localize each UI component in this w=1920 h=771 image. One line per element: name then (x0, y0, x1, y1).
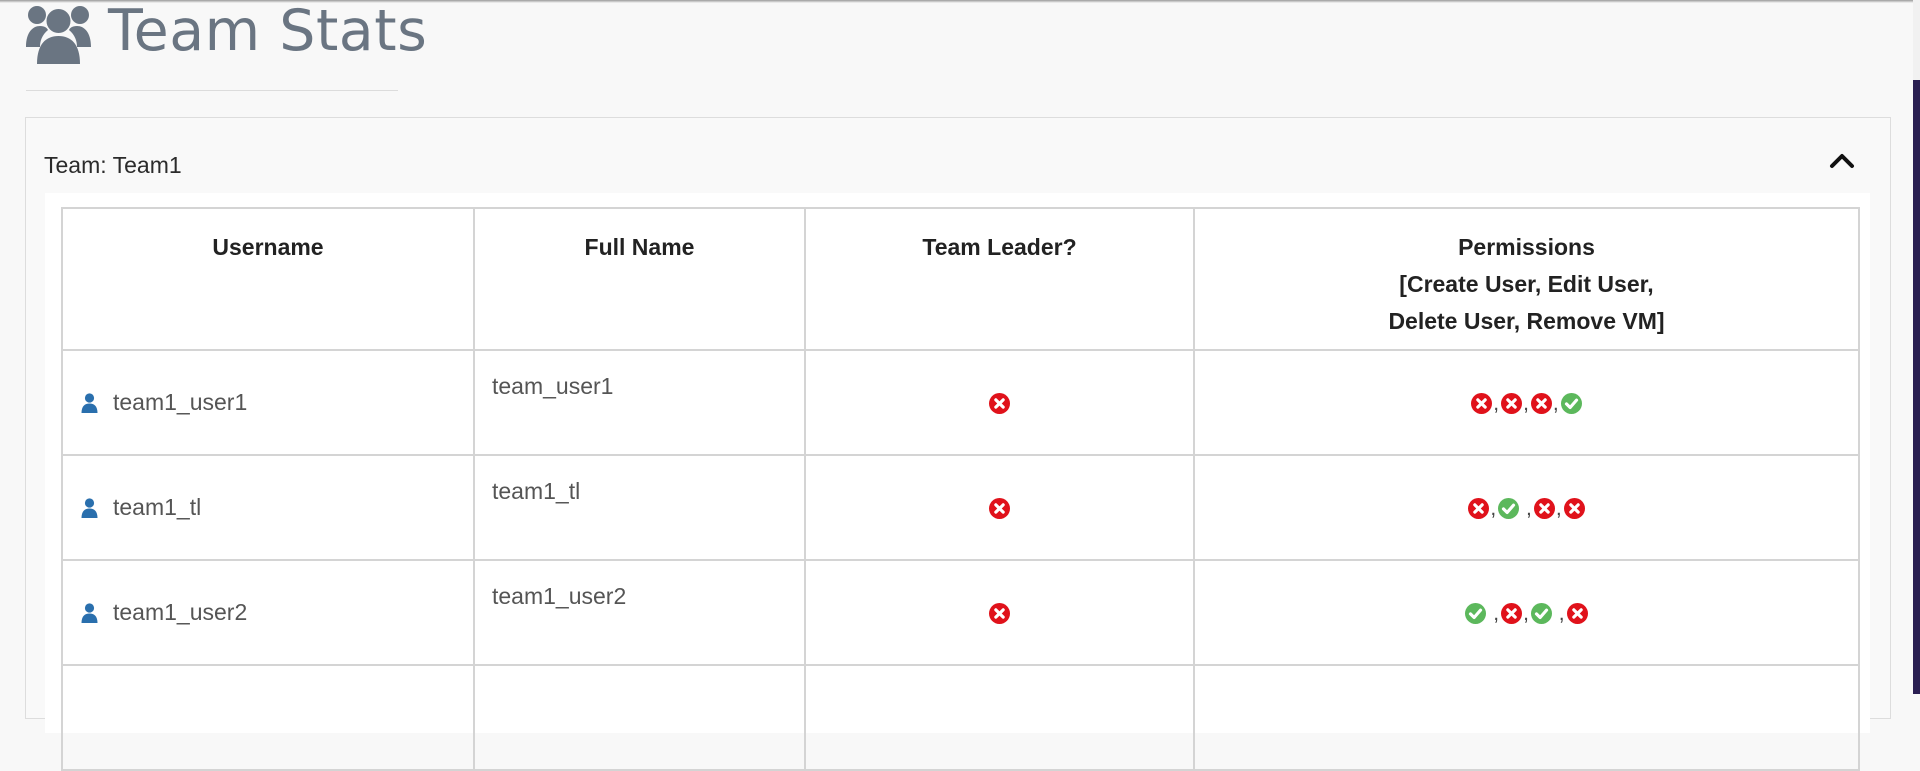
username-cell: team1_tl (61, 454, 475, 561)
permission-separator: , (1493, 391, 1500, 415)
team-panel-body: Username Full Name Team Leader? Permissi… (45, 193, 1870, 771)
check-circle-icon (1498, 498, 1520, 520)
username-text[interactable]: team1_user2 (113, 599, 247, 626)
permissions-header-line2: [Create User, Edit User, (1399, 271, 1654, 297)
column-header-permissions: Permissions [Create User, Edit User, Del… (1193, 207, 1860, 351)
title-divider (26, 90, 398, 91)
username-text[interactable]: team1_user1 (113, 389, 247, 416)
username-wrap: team1_user1 (81, 389, 473, 416)
team-leader-cell (804, 349, 1195, 456)
username-cell: team1_user2 (61, 559, 475, 666)
x-circle-icon (1501, 393, 1523, 415)
user-icon (81, 392, 98, 413)
permission-separator: , (1523, 391, 1529, 415)
check-circle-icon (1560, 393, 1582, 415)
table-row (61, 664, 1860, 771)
full-name-cell: team_user1 (473, 349, 806, 456)
user-icon (81, 497, 98, 518)
x-circle-icon (1501, 603, 1523, 625)
users-icon (26, 6, 91, 64)
permission-separator: , (1523, 601, 1529, 625)
permissions-cell: ,,, (1193, 349, 1860, 456)
team-leader-cell (804, 559, 1195, 666)
full-name-cell: team1_tl (473, 454, 806, 561)
permission-separator: , (1520, 496, 1532, 520)
permissions-header-title: Permissions (1458, 234, 1595, 260)
permissions-cell: ,, , (1193, 559, 1860, 666)
team-leader-cell (804, 454, 1195, 561)
x-circle-icon (1533, 498, 1555, 520)
x-circle-icon (989, 498, 1010, 520)
page-title: Team Stats (108, 0, 428, 64)
column-header-username: Username (61, 207, 475, 351)
x-circle-icon (1566, 603, 1588, 625)
x-circle-icon (1471, 393, 1493, 415)
table-header-row: Username Full Name Team Leader? Permissi… (61, 207, 1860, 351)
team-panel-heading[interactable]: Team: Team1 (44, 152, 182, 179)
team-leader-cell (804, 664, 1195, 771)
page-header: Team Stats (25, 0, 427, 74)
column-header-team-leader: Team Leader? (804, 207, 1195, 351)
check-circle-icon (1465, 603, 1487, 625)
permissions-cell: , ,, (1193, 454, 1860, 561)
check-circle-icon (1530, 603, 1552, 625)
x-circle-icon (989, 393, 1010, 415)
team-panel: Team: Team1 Username Full Name Team Lead… (25, 117, 1891, 771)
permission-separator: , (1552, 391, 1559, 415)
table-row: team1_tl team1_tl, ,, (61, 454, 1860, 561)
x-circle-icon (989, 603, 1010, 625)
permission-separator: , (1555, 496, 1562, 520)
permission-separator: , (1552, 601, 1565, 625)
permissions-header-line3: Delete User, Remove VM] (1388, 308, 1665, 334)
x-circle-icon (1468, 498, 1490, 520)
username-cell: team1_user1 (61, 349, 475, 456)
table-row: team1_user1 team_user1,,, (61, 349, 1860, 456)
user-icon (81, 602, 98, 623)
table-row: team1_user2 team1_user2 ,, , (61, 559, 1860, 666)
permissions-cell (1193, 664, 1860, 771)
column-header-full-name: Full Name (473, 207, 806, 351)
full-name-cell: team1_user2 (473, 559, 806, 666)
chevron-up-icon[interactable] (1829, 151, 1855, 169)
x-circle-icon (1530, 393, 1552, 415)
permission-separator: , (1490, 496, 1497, 520)
username-text[interactable]: team1_tl (113, 494, 201, 521)
username-cell (61, 664, 475, 771)
username-wrap: team1_user2 (81, 599, 473, 626)
username-wrap: team1_tl (81, 494, 473, 521)
scrollbar-thumb[interactable] (1913, 80, 1920, 694)
full-name-cell (473, 664, 806, 771)
x-circle-icon (1563, 498, 1585, 520)
permission-separator: , (1487, 601, 1500, 625)
team-members-table: Username Full Name Team Leader? Permissi… (61, 207, 1860, 771)
